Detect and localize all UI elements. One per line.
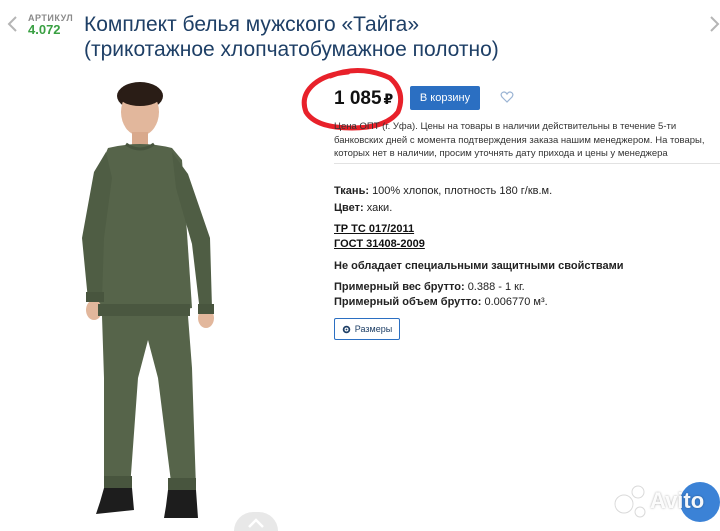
page-title: Комплект белья мужского «Тайга» (трикота… [84,12,704,62]
gear-icon [342,325,351,333]
spec-weight-value: 0.388 - 1 кг. [467,281,525,293]
standard-link-tr-ts[interactable]: ТР ТС 017/2011 [334,223,414,235]
sizes-button-label: Размеры [354,324,393,334]
title-line-1: Комплект белья мужского «Тайга» [84,13,420,36]
sku-value: 4.072 [28,22,61,37]
price-note-line: Цена ОПТ (г. Уфа). Цены на товары в нали… [334,121,677,132]
price-note: Цена ОПТ (г. Уфа). Цены на товары в нали… [334,120,714,161]
divider [334,163,720,164]
spec-volume-value: 0.006770 м³. [484,296,548,308]
price-note-line: банковских дней с момента подтверждения … [334,134,705,146]
spec-color: Цвет: хаки. [334,202,392,214]
add-to-cart-button[interactable]: В корзину [410,86,480,110]
spec-color-label: Цвет: [334,202,364,214]
spec-volume-label: Примерный объем брутто: [334,296,482,308]
chevron-up-icon [248,518,264,528]
title-line-2: (трикотажное хлопчатобумажное полотно) [84,38,499,61]
sizes-button[interactable]: Размеры [334,318,400,340]
spec-weight: Примерный вес брутто: 0.388 - 1 кг. [334,281,525,293]
spec-fabric: Ткань: 100% хлопок, плотность 180 г/кв.м… [334,185,552,197]
product-photo [82,82,214,518]
spec-weight-label: Примерный вес брутто: [334,281,465,293]
chevron-left-icon[interactable] [6,14,20,34]
spec-protection-text: Не обладает специальными защитными свойс… [334,260,624,272]
spec-protection: Не обладает специальными защитными свойс… [334,260,623,272]
heart-icon[interactable] [500,90,514,104]
spec-color-value: хаки. [366,202,393,214]
spec-fabric-value: 100% хлопок, плотность 180 г/кв.м. [372,185,553,197]
scroll-up-button[interactable] [234,512,278,531]
chevron-right-icon[interactable] [708,14,720,34]
standard-link-gost[interactable]: ГОСТ 31408-2009 [334,238,425,250]
price-note-line: которых нет в наличии, просим уточнять д… [334,148,668,159]
spec-fabric-label: Ткань: [334,185,369,197]
avito-watermark-text: Avito [650,488,705,513]
spec-volume: Примерный объем брутто: 0.006770 м³. [334,296,548,308]
